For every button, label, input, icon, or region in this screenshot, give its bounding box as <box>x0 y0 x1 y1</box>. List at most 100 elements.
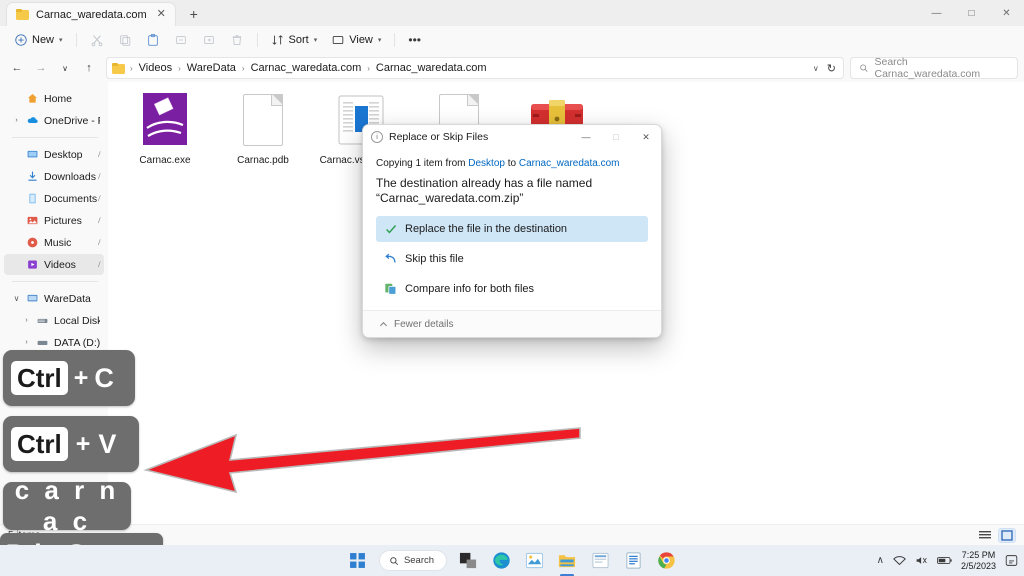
large-icons-view-button[interactable] <box>998 527 1016 543</box>
sort-button[interactable]: Sort ▾ <box>265 29 324 51</box>
minimize-button[interactable]: — <box>919 0 954 26</box>
system-tray: ∧ 7:25 PM 2/5/2023 <box>877 550 1018 572</box>
sort-label: Sort <box>288 34 309 46</box>
file-name: Carnac.pdb <box>237 155 289 166</box>
breadcrumb-item-carnac-2[interactable]: Carnac_waredata.com <box>372 62 491 74</box>
sidebar-item-pictures[interactable]: Pictures \ <box>4 210 104 231</box>
taskbar-search-label: Search <box>403 555 435 566</box>
back-button[interactable]: ← <box>6 57 28 79</box>
sidebar-item-onedrive[interactable]: › OneDrive - Persona <box>4 110 104 131</box>
destination-link[interactable]: Carnac_waredata.com <box>519 158 620 169</box>
expand-arrow[interactable]: › <box>22 339 31 346</box>
up-button[interactable]: ↑ <box>78 57 100 79</box>
cut-button[interactable] <box>84 29 110 51</box>
copy-button[interactable] <box>112 29 138 51</box>
sort-icon <box>271 35 283 45</box>
pin-icon[interactable]: \ <box>95 216 102 225</box>
more-options-button[interactable]: ••• <box>402 29 427 51</box>
notifications-icon[interactable] <box>1005 554 1018 567</box>
dialog-minimize-button[interactable]: — <box>571 125 601 149</box>
breadcrumb-item-carnac-1[interactable]: Carnac_waredata.com <box>247 62 366 74</box>
windows-start-icon[interactable] <box>346 549 370 573</box>
chevron-down-icon: ▾ <box>313 37 318 44</box>
search-placeholder: Search Carnac_waredata.com <box>874 56 981 80</box>
word-icon[interactable] <box>621 549 645 573</box>
view-button[interactable]: View ▾ <box>325 29 387 51</box>
edge-icon[interactable] <box>489 549 513 573</box>
sidebar-item-waredata-pc[interactable]: ∨ WareData <box>4 288 104 309</box>
chevron-down-icon: ▾ <box>59 37 63 44</box>
list-view-button[interactable] <box>976 528 994 543</box>
paste-button[interactable] <box>140 29 166 51</box>
task-view-icon[interactable] <box>456 549 480 573</box>
tab-carnac-waredata[interactable]: Carnac_waredata.com ✕ <box>6 2 176 26</box>
key-plus: + <box>73 363 89 392</box>
replace-or-skip-dialog[interactable]: i Replace or Skip Files — □ ✕ Copying 1 … <box>362 124 662 338</box>
sidebar-item-label: Desktop <box>44 148 83 161</box>
dialog-heading-line2: “Carnac_waredata.com.zip” <box>376 191 524 205</box>
taskbar-center-group: Search <box>346 549 678 576</box>
file-explorer-icon[interactable] <box>555 549 579 576</box>
option-replace-file[interactable]: Replace the file in the destination <box>376 216 648 242</box>
sidebar-item-desktop[interactable]: Desktop \ <box>4 144 104 165</box>
chrome-icon[interactable] <box>654 549 678 573</box>
sidebar-item-videos[interactable]: Videos \ <box>4 254 104 275</box>
maximize-button[interactable]: □ <box>954 0 989 26</box>
dialog-maximize-button[interactable]: □ <box>601 125 631 149</box>
close-icon[interactable]: ✕ <box>154 7 169 22</box>
sidebar-item-home[interactable]: Home <box>4 88 104 109</box>
onedrive-icon <box>27 117 38 123</box>
chevron-up-icon <box>379 321 388 326</box>
search-input[interactable]: Search Carnac_waredata.com <box>850 56 1018 80</box>
sidebar-item-documents[interactable]: Documents \ <box>4 188 104 209</box>
breadcrumb-item-waredata[interactable]: WareData <box>183 62 240 74</box>
breadcrumb-item-videos[interactable]: Videos <box>135 62 176 74</box>
store-icon[interactable] <box>588 549 612 573</box>
sidebar-item-downloads[interactable]: Downloads \ <box>4 166 104 187</box>
option-skip-file[interactable]: Skip this file <box>376 246 648 272</box>
share-button[interactable] <box>196 29 222 51</box>
search-icon <box>860 64 868 72</box>
photos-icon[interactable] <box>522 549 546 573</box>
key-letter-c: C <box>94 362 114 393</box>
dialog-close-button[interactable]: ✕ <box>631 125 661 149</box>
breadcrumb[interactable]: › Videos › WareData › Carnac_waredata.co… <box>106 57 844 79</box>
paste-icon <box>147 33 158 46</box>
expand-arrow[interactable]: › <box>12 117 21 124</box>
share-icon <box>203 36 214 44</box>
search-icon <box>390 556 398 565</box>
expand-arrow[interactable]: › <box>22 317 31 324</box>
pin-icon[interactable]: \ <box>95 260 102 269</box>
sidebar-item-local-disk-c[interactable]: › Local Disk (C:) <box>4 310 104 331</box>
delete-button[interactable] <box>224 29 250 51</box>
clock[interactable]: 7:25 PM 2/5/2023 <box>961 550 996 572</box>
new-button[interactable]: New ▾ <box>8 29 69 51</box>
pin-icon[interactable]: \ <box>95 150 102 159</box>
chevron-down-icon[interactable]: ∨ <box>813 64 819 73</box>
taskbar-search-button[interactable]: Search <box>378 550 448 571</box>
dialog-footer[interactable]: Fewer details <box>363 310 661 337</box>
file-item[interactable]: Carnac.exe <box>120 92 210 166</box>
pin-icon[interactable]: \ <box>95 238 102 247</box>
red-pointer-arrow <box>143 427 581 494</box>
rename-button[interactable] <box>168 29 194 51</box>
typed-text: c a r n a c <box>14 475 120 536</box>
source-link[interactable]: Desktop <box>468 158 505 169</box>
new-tab-button[interactable]: + <box>181 3 207 25</box>
collapse-arrow[interactable]: ∨ <box>12 294 21 303</box>
refresh-icon[interactable]: ↻ <box>827 62 836 75</box>
wifi-icon[interactable] <box>893 555 906 566</box>
recent-locations-button[interactable]: ∨ <box>54 57 76 79</box>
tray-overflow-icon[interactable]: ∧ <box>877 555 884 566</box>
close-button[interactable]: ✕ <box>989 0 1024 26</box>
pin-icon[interactable]: \ <box>95 172 102 181</box>
volume-icon[interactable] <box>915 555 928 566</box>
battery-icon[interactable] <box>937 555 952 566</box>
option-compare-info[interactable]: Compare info for both files <box>376 276 648 302</box>
key-ctrl: Ctrl <box>11 427 68 461</box>
forward-button[interactable]: → <box>30 57 52 79</box>
sidebar-item-music[interactable]: Music \ <box>4 232 104 253</box>
file-item[interactable]: Carnac.pdb <box>218 92 308 166</box>
view-icon <box>332 36 344 44</box>
sidebar-item-label: Downloads <box>44 170 96 183</box>
